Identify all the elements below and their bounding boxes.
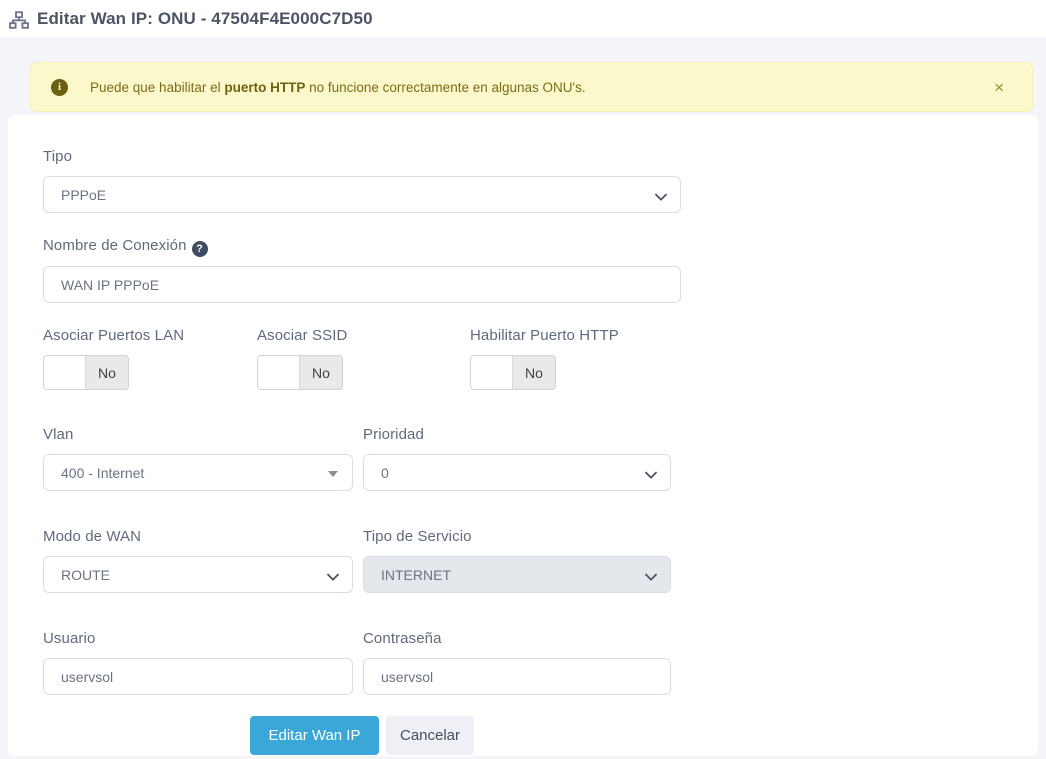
asociar-puertos-lan-label: Asociar Puertos LAN bbox=[43, 327, 185, 344]
contrasena-input[interactable] bbox=[363, 658, 671, 695]
toggle-state-label: No bbox=[98, 364, 116, 381]
chevron-down-icon bbox=[645, 466, 657, 482]
http-port-warning-alert: i Puede que habilitar el puerto HTTP no … bbox=[30, 62, 1033, 112]
tipo-selected-value: PPPoE bbox=[61, 186, 107, 203]
tipo-label: Tipo bbox=[43, 148, 73, 165]
triangle-down-icon bbox=[328, 470, 338, 477]
toggle-state-label: No bbox=[525, 364, 543, 381]
help-icon[interactable]: ? bbox=[191, 241, 208, 257]
modo-wan-label: Modo de WAN bbox=[43, 528, 142, 545]
habilitar-puerto-http-toggle[interactable]: No bbox=[470, 355, 556, 390]
nombre-conexion-label: Nombre de Conexión? bbox=[43, 237, 208, 257]
page: Editar Wan IP: ONU - 47504F4E000C7D50 i … bbox=[0, 0, 1046, 759]
cancelar-button[interactable]: Cancelar bbox=[386, 716, 474, 755]
chevron-down-icon bbox=[655, 188, 667, 204]
habilitar-puerto-http-label: Habilitar Puerto HTTP bbox=[470, 327, 619, 344]
page-title: Editar Wan IP: ONU - 47504F4E000C7D50 bbox=[37, 8, 373, 28]
alert-bold-text: puerto HTTP bbox=[224, 79, 306, 95]
modo-wan-select[interactable]: ROUTE bbox=[43, 556, 353, 593]
alert-close-button[interactable]: × bbox=[990, 77, 1008, 98]
edit-wan-form-card: Tipo PPPoE Nombre de Conexión? Asociar P… bbox=[8, 115, 1038, 756]
tipo-servicio-select: INTERNET bbox=[363, 556, 671, 593]
toggle-knob bbox=[258, 356, 300, 389]
prioridad-label: Prioridad bbox=[363, 426, 424, 443]
page-header: Editar Wan IP: ONU - 47504F4E000C7D50 bbox=[0, 0, 1046, 37]
prioridad-selected-value: 0 bbox=[381, 464, 389, 481]
asociar-ssid-toggle[interactable]: No bbox=[257, 355, 343, 390]
usuario-input[interactable] bbox=[43, 658, 353, 695]
chevron-down-icon bbox=[645, 568, 657, 584]
tipo-servicio-selected-value: INTERNET bbox=[381, 566, 451, 583]
toggle-knob bbox=[44, 356, 86, 389]
editar-wan-ip-button[interactable]: Editar Wan IP bbox=[250, 716, 379, 755]
alert-message: Puede que habilitar el puerto HTTP no fu… bbox=[90, 79, 586, 95]
vlan-selected-value: 400 - Internet bbox=[61, 464, 145, 481]
nombre-conexion-input[interactable] bbox=[43, 266, 681, 303]
modo-wan-selected-value: ROUTE bbox=[61, 566, 110, 583]
vlan-label: Vlan bbox=[43, 426, 74, 443]
info-icon: i bbox=[51, 78, 68, 96]
contrasena-label: Contraseña bbox=[363, 630, 442, 647]
vlan-select[interactable]: 400 - Internet bbox=[43, 454, 353, 491]
toggle-knob bbox=[471, 356, 513, 389]
sitemap-icon bbox=[9, 10, 29, 29]
asociar-ssid-label: Asociar SSID bbox=[257, 327, 348, 344]
tipo-servicio-label: Tipo de Servicio bbox=[363, 528, 472, 545]
asociar-puertos-lan-toggle[interactable]: No bbox=[43, 355, 129, 390]
tipo-select[interactable]: PPPoE bbox=[43, 176, 681, 213]
usuario-label: Usuario bbox=[43, 630, 96, 647]
prioridad-select[interactable]: 0 bbox=[363, 454, 671, 491]
chevron-down-icon bbox=[327, 568, 339, 584]
toggle-state-label: No bbox=[312, 364, 330, 381]
